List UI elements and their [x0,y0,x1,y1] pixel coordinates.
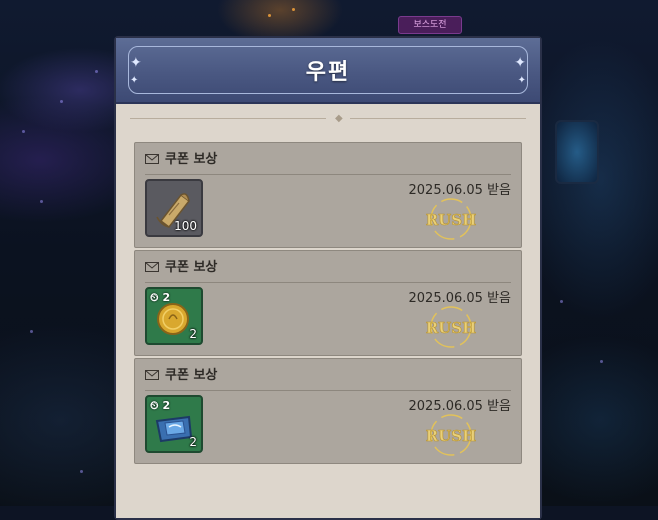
mail-envelope-icon [145,154,159,164]
mail-item[interactable]: 쿠폰 보상 ⏲ 2 2 2025.06.05 받음 RUSH [134,358,522,464]
item-quantity: 2 [189,435,197,449]
item-timer: ⏲ 2 [150,291,171,304]
item-quantity: 2 [189,327,197,341]
mail-divider [145,390,511,391]
svg-text:RUSH: RUSH [426,211,477,229]
mailbox-panel: ✦ ✦ ✦ ✦ 우편 ◆ 쿠폰 보상 100 2025.06.05 받음 RUS… [114,36,542,520]
reward-item-slot[interactable]: 100 [145,179,203,237]
svg-text:RUSH: RUSH [426,427,477,445]
reward-item-slot[interactable]: ⏲ 2 2 [145,287,203,345]
mail-list[interactable]: ◆ 쿠폰 보상 100 2025.06.05 받음 RUSH 쿠폰 보상 ⏲ 2… [116,104,540,518]
rush-stamp-icon: RUSH [425,306,477,348]
divider-ornament: ◆ [130,112,526,124]
svg-text:RUSH: RUSH [426,319,477,337]
mail-title: 쿠폰 보상 [145,367,217,385]
background-lamp [555,120,599,184]
mail-envelope-icon [145,262,159,272]
boss-challenge-tag[interactable]: 보스도전 [398,16,462,34]
mail-divider [145,282,511,283]
reward-item-slot[interactable]: ⏲ 2 2 [145,395,203,453]
page-title: 우편 [305,60,351,85]
mail-title: 쿠폰 보상 [145,151,217,169]
mail-title: 쿠폰 보상 [145,259,217,277]
clock-icon: ⏲ [150,291,159,304]
mail-divider [145,174,511,175]
rush-stamp-icon: RUSH [425,198,477,240]
clock-icon: ⏲ [150,399,159,412]
mailbox-header: ✦ ✦ ✦ ✦ 우편 [116,38,540,104]
item-quantity: 100 [174,219,197,233]
rush-stamp-icon: RUSH [425,414,477,456]
mail-envelope-icon [145,370,159,380]
mail-item[interactable]: 쿠폰 보상 100 2025.06.05 받음 RUSH [134,142,522,248]
item-timer: ⏲ 2 [150,399,171,412]
mail-item[interactable]: 쿠폰 보상 ⏲ 2 2 2025.06.05 받음 RUSH [134,250,522,356]
